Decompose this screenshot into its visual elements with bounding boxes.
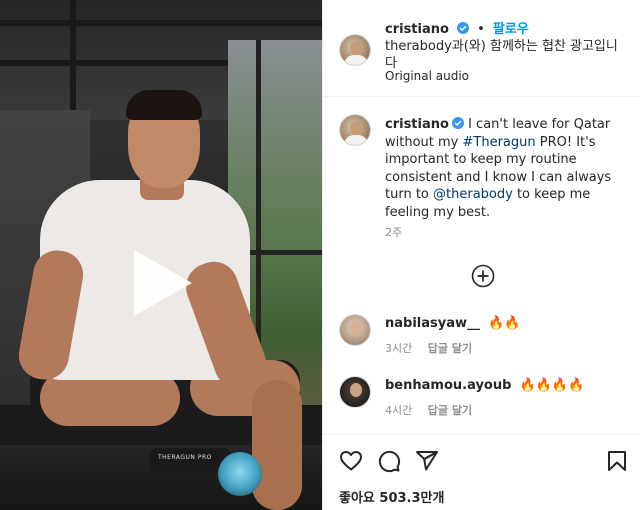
caption-timestamp[interactable]: 2주 (385, 224, 402, 240)
massage-gun-device: THERAGUN PRO (150, 430, 262, 500)
author-username[interactable]: cristiano (385, 22, 449, 37)
post-header: cristiano • 팔로우 therabody과(와) 함께하는 협찬 광고… (323, 0, 640, 97)
caption-author-avatar[interactable] (339, 114, 371, 146)
author-avatar[interactable] (339, 34, 371, 66)
post-sidebar: cristiano • 팔로우 therabody과(와) 함께하는 협찬 광고… (322, 0, 640, 510)
caption-author-username[interactable]: cristiano (385, 117, 449, 132)
comments-section[interactable]: cristiano I can't leave for Qatar withou… (323, 98, 640, 434)
mention-link[interactable]: @therabody (433, 187, 513, 202)
comment-timestamp[interactable]: 3시간 (385, 342, 412, 355)
heart-icon[interactable] (339, 449, 363, 473)
share-icon[interactable] (415, 449, 439, 473)
post-actions-bar: 좋아요 503.3만개 (323, 434, 640, 510)
play-icon[interactable] (130, 248, 194, 318)
post-caption: cristiano I can't leave for Qatar withou… (385, 117, 612, 220)
comment-icon[interactable] (377, 449, 401, 473)
reply-button[interactable]: 답글 달기 (428, 342, 472, 355)
post-video[interactable]: THERAGUN PRO (0, 0, 322, 510)
likes-count[interactable]: 좋아요 503.3만개 (339, 487, 444, 506)
device-brand-label: THERAGUN PRO (158, 454, 212, 461)
commenter-avatar[interactable] (339, 376, 371, 408)
commenter-avatar[interactable] (339, 314, 371, 346)
reply-button[interactable]: 답글 달기 (428, 404, 472, 417)
commenter-username[interactable]: benhamou.ayoub (385, 378, 511, 393)
hashtag-link[interactable]: #Theragun (463, 135, 536, 150)
paid-partnership-label[interactable]: therabody과(와) 함께하는 협찬 광고입니다 (385, 38, 625, 72)
verified-badge-icon (457, 22, 470, 34)
verified-badge-icon (451, 117, 464, 129)
commenter-username[interactable]: nabilasyaw__ (385, 316, 480, 331)
follow-button[interactable]: 팔로우 (493, 22, 529, 37)
bookmark-icon[interactable] (605, 449, 629, 473)
comment-timestamp[interactable]: 4시간 (385, 404, 412, 417)
comment-text: 🔥🔥🔥🔥 (519, 378, 585, 393)
comment-text: 🔥🔥 (488, 316, 521, 331)
add-more-comments-icon[interactable] (471, 264, 495, 288)
audio-label[interactable]: Original audio (385, 69, 469, 83)
comment-item: nabilasyaw__ 🔥🔥 3시간 답글 달기 (323, 310, 640, 364)
comment-item: benhamou.ayoub 🔥🔥🔥🔥 4시간 답글 달기 (323, 372, 640, 426)
